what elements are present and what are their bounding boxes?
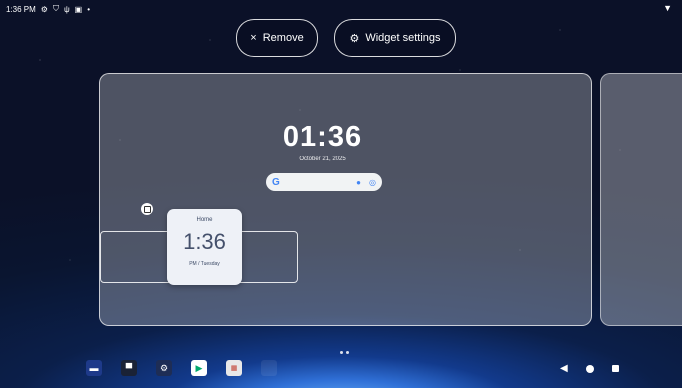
nav-bar: ◀ xyxy=(560,363,619,374)
clock-widget[interactable]: Home 1:36 PM / Tuesday xyxy=(167,209,242,285)
empty-slot xyxy=(261,360,277,376)
widget-subtitle: PM / Tuesday xyxy=(189,261,220,267)
square-icon xyxy=(143,205,151,213)
status-bar: 1:36 PM ⚙ ⛉ ψ ▣ • ▼ xyxy=(0,0,682,18)
mic-icon[interactable]: ● xyxy=(356,178,361,187)
status-time: 1:36 PM xyxy=(6,4,36,14)
remove-label: Remove xyxy=(262,32,304,44)
page-indicator xyxy=(340,351,349,354)
close-icon: × xyxy=(250,32,257,44)
screenshot-icon: ▣ xyxy=(74,4,83,14)
wifi-icon: ▼ xyxy=(663,3,672,13)
preview-date: October 21, 2025 xyxy=(299,156,346,162)
remove-button[interactable]: × Remove xyxy=(236,19,318,57)
app-1-icon[interactable]: ▬ xyxy=(86,360,102,376)
files-icon[interactable]: ▀ xyxy=(121,360,137,376)
widget-time: 1:36 xyxy=(183,229,226,254)
settings-icon: ⚙ xyxy=(40,4,48,14)
preview-clock: 01:36 xyxy=(282,121,363,153)
widget-settings-label: Widget settings xyxy=(365,32,441,44)
usb-icon: ψ xyxy=(63,4,70,14)
home-screen-preview[interactable] xyxy=(99,73,592,326)
home-icon[interactable] xyxy=(585,364,594,373)
dot-icon: • xyxy=(87,4,91,14)
google-search-bar[interactable]: G ● ◎ xyxy=(266,173,382,191)
google-logo: G xyxy=(272,176,280,188)
next-screen-preview[interactable] xyxy=(600,73,682,326)
recents-icon[interactable] xyxy=(611,365,619,372)
widget-label: Home xyxy=(196,217,213,223)
gear-icon: ⚙ xyxy=(349,32,360,45)
play-store-icon[interactable]: ▶ xyxy=(191,360,207,376)
back-icon[interactable]: ◀ xyxy=(560,363,568,374)
lens-icon[interactable]: ◎ xyxy=(369,178,376,187)
widget-settings-button[interactable]: ⚙ Widget settings xyxy=(334,19,456,57)
widget-remove-handle[interactable] xyxy=(141,203,153,215)
shield-icon: ⛉ xyxy=(52,4,59,13)
multi-app-icon[interactable]: ▦ xyxy=(226,360,242,376)
dock: ▬ ▀ ⚙ ▶ ▦ xyxy=(86,360,277,376)
settings-app-icon[interactable]: ⚙ xyxy=(156,360,172,376)
